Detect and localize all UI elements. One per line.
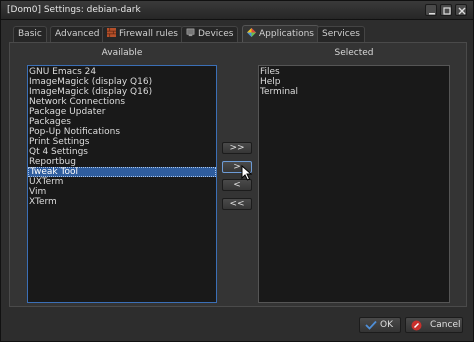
cancel-button[interactable]: Cancel [405,317,463,333]
list-item[interactable]: UXTerm [28,177,216,187]
available-list[interactable]: GNU Emacs 24 ImageMagick (display Q16) Ima… [27,65,217,303]
list-item[interactable]: XTerm [28,197,216,207]
cancel-button-label: Cancel [430,320,461,330]
applications-icon [247,28,256,37]
tab-devices-label: Devices [198,29,234,39]
tab-services[interactable]: Services [317,26,365,42]
tab-services-label: Services [322,29,360,39]
tab-advanced[interactable]: Advanced [50,26,105,42]
list-item[interactable]: Terminal [259,87,449,97]
available-header: Available [101,48,143,58]
list-item[interactable]: Reportbug [28,157,216,167]
selected-list[interactable]: Files Help Terminal [258,65,450,303]
remove-all-button[interactable]: << [222,198,252,210]
settings-window: [Dom0] Settings: debian-dark Basic Advan… [0,0,474,342]
title-bar[interactable]: [Dom0] Settings: debian-dark [1,1,473,20]
list-item[interactable]: Packages [28,117,216,127]
list-item[interactable]: Vim [28,187,216,197]
tab-advanced-label: Advanced [55,29,100,39]
tab-firewall-rules-label: Firewall rules [119,29,178,39]
list-item[interactable]: Qt 4 Settings [28,147,216,157]
list-item[interactable]: Network Connections [28,97,216,107]
tab-applications-label: Applications [259,29,314,39]
list-item[interactable]: Print Settings [28,137,216,147]
list-item[interactable]: ImageMagick (display Q16) [28,87,216,97]
tab-basic[interactable]: Basic [13,26,47,42]
list-item[interactable]: Files [259,67,449,77]
checkmark-icon [365,320,377,330]
list-item[interactable]: GNU Emacs 24 [28,67,216,77]
cancel-icon [411,320,422,331]
tab-applications[interactable]: Applications [242,25,319,43]
ok-button[interactable]: OK [359,317,401,333]
window-title: [Dom0] Settings: debian-dark [7,5,141,15]
list-item[interactable]: Help [259,77,449,87]
minimize-button[interactable] [425,4,437,16]
list-item-selected[interactable]: Tweak Tool [28,167,216,177]
list-item[interactable]: Pop-Up Notifications [28,127,216,137]
selected-header: Selected [334,48,374,58]
tab-basic-label: Basic [18,29,42,39]
devices-icon [186,28,195,37]
close-icon [458,7,466,15]
list-item[interactable]: ImageMagick (display Q16) [28,77,216,87]
mouse-pointer-icon [241,165,253,181]
firewall-icon [107,28,116,37]
minimize-icon [429,13,435,15]
tab-firewall-rules[interactable]: Firewall rules [102,26,183,42]
maximize-button[interactable] [440,4,452,16]
tab-devices[interactable]: Devices [181,26,239,42]
ok-button-label: OK [380,320,393,330]
add-all-button[interactable]: >> [222,142,252,154]
maximize-icon [443,7,451,15]
list-item[interactable]: Package Updater [28,107,216,117]
close-button[interactable] [455,4,467,16]
